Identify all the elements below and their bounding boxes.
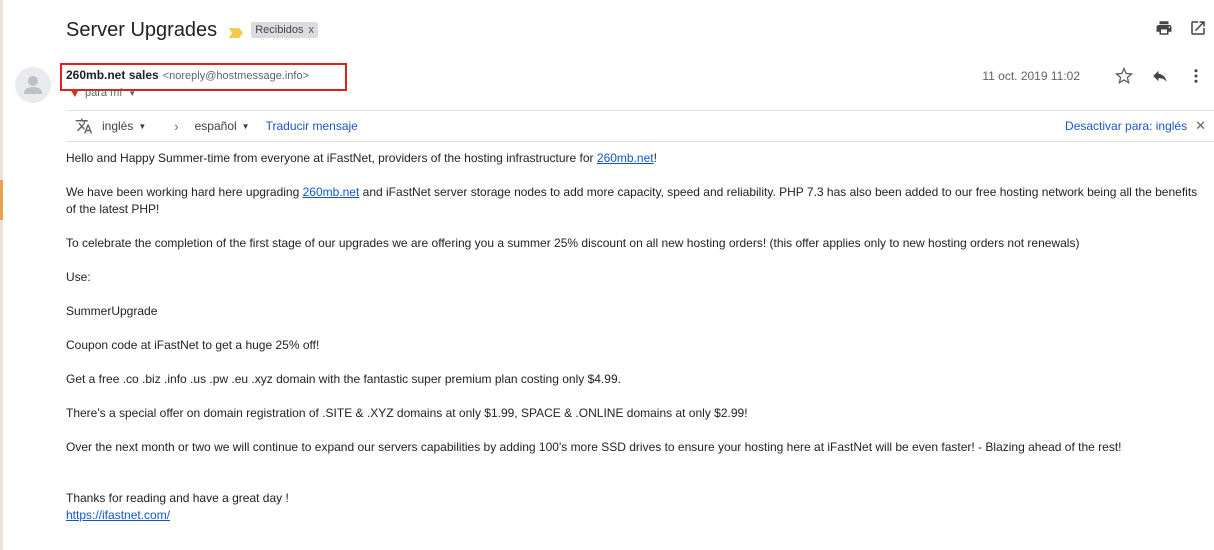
top-actions <box>1154 18 1208 38</box>
body-paragraph: Thanks for reading and have a great day … <box>66 491 289 505</box>
label-remove-icon[interactable]: x <box>309 24 315 36</box>
chevron-down-icon: ▼ <box>138 121 147 131</box>
body-paragraph: We have been working hard here upgrading… <box>66 184 1210 218</box>
sender-avatar <box>15 67 51 103</box>
reply-icon[interactable] <box>1150 66 1170 86</box>
message-body: Hello and Happy Summer-time from everyon… <box>66 150 1210 524</box>
label-chip-text: Recibidos <box>255 24 304 36</box>
coupon-code: SummerUpgrade <box>66 304 158 318</box>
body-paragraph: Use: <box>66 270 91 284</box>
signature-link[interactable]: https://ifastnet.com/ <box>66 508 170 522</box>
person-icon <box>24 76 42 94</box>
recipient-line[interactable]: para mí ▼ <box>69 87 136 99</box>
recipient-text: para mí <box>85 87 123 99</box>
left-edge-strip <box>0 0 3 550</box>
target-language-label: español <box>194 119 237 133</box>
close-icon[interactable]: ✕ <box>1195 118 1206 134</box>
body-paragraph: Hello and Happy Summer-time from everyon… <box>66 150 1210 167</box>
target-language-select[interactable]: español ▼ <box>195 119 250 133</box>
translate-bar: inglés ▼ › español ▼ Traducir mensaje De… <box>66 110 1214 142</box>
translate-icon <box>74 117 94 135</box>
chevron-right-icon: › <box>174 118 179 134</box>
disable-translation-link[interactable]: Desactivar para: inglés <box>1065 119 1187 133</box>
print-icon[interactable] <box>1154 18 1174 38</box>
source-language-label: inglés <box>102 119 134 133</box>
body-paragraph: To celebrate the completion of the first… <box>66 236 1080 250</box>
email-subject: Server Upgrades <box>66 18 218 41</box>
body-paragraph: Get a free .co .biz .info .us .pw .eu .x… <box>66 372 621 386</box>
body-paragraph: There's a special offer on domain regist… <box>66 406 748 420</box>
source-language-select[interactable]: inglés ▼ <box>102 119 146 133</box>
left-edge-marker <box>0 180 3 220</box>
sender-line: 260mb.net sales <noreply@hostmessage.inf… <box>66 68 309 82</box>
body-paragraph: Over the next month or two we will conti… <box>66 440 1122 454</box>
more-vert-icon[interactable] <box>1186 66 1206 86</box>
disable-translation: Desactivar para: inglés ✕ <box>1065 111 1206 141</box>
importance-marker-icon[interactable] <box>229 25 244 38</box>
body-link[interactable]: 260mb.net <box>597 151 654 165</box>
message-meta: 11 oct. 2019 11:02 <box>982 66 1206 86</box>
star-icon[interactable] <box>1114 66 1134 86</box>
chevron-down-icon[interactable]: ▼ <box>128 89 136 98</box>
body-paragraph: https://ifastnet.com/ <box>66 507 1210 524</box>
body-text: We have been working hard here upgrading <box>66 185 303 199</box>
translate-message-link[interactable]: Traducir mensaje <box>266 119 358 133</box>
subject-row: Server Upgrades Recibidos x <box>66 16 318 44</box>
importance-marker-icon <box>70 89 79 97</box>
chevron-down-icon: ▼ <box>241 121 250 131</box>
sender-email: <noreply@hostmessage.info> <box>162 70 310 82</box>
sender-name[interactable]: 260mb.net sales <box>66 68 159 82</box>
body-text: ! <box>653 151 657 165</box>
label-chip[interactable]: Recibidos x <box>251 22 318 38</box>
body-link[interactable]: 260mb.net <box>303 185 360 199</box>
open-in-new-window-icon[interactable] <box>1188 18 1208 38</box>
body-paragraph: Coupon code at iFastNet to get a huge 25… <box>66 338 320 352</box>
message-date: 11 oct. 2019 11:02 <box>982 69 1080 83</box>
body-text: Hello and Happy Summer-time from everyon… <box>66 151 597 165</box>
